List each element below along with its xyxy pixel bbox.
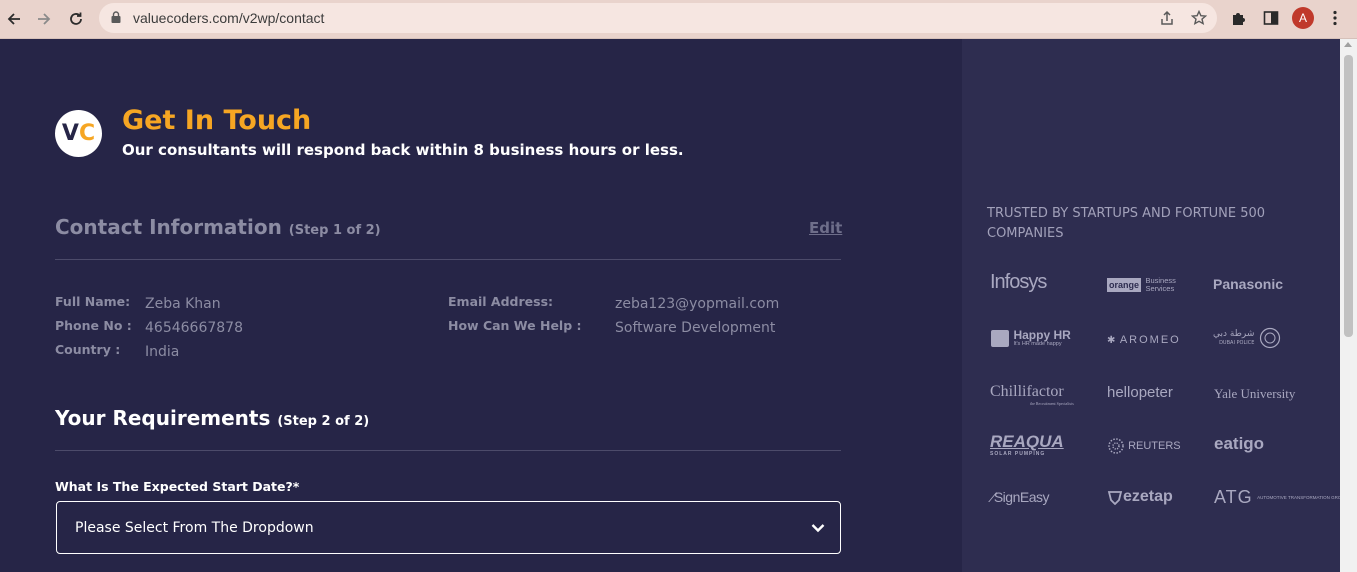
happy-hr-logo: Happy HR It's HR made happy [991, 329, 1071, 348]
full-name-value: Zeba Khan [145, 296, 221, 312]
ezetap-shield-icon [1107, 491, 1123, 506]
scroll-up-arrow-icon[interactable] [1344, 42, 1352, 47]
chillifactor-logo: Chillifactor the Recruitment Specialists [990, 383, 1074, 406]
help-label: How Can We Help : [448, 318, 582, 333]
eatigo-logo: eatigo [1214, 434, 1265, 453]
phone-label: Phone No : [55, 318, 132, 333]
scrollbar-thumb[interactable] [1344, 55, 1353, 337]
aromeo-dots-icon: ✱ [1107, 335, 1116, 346]
reuters-logo: REUTERS [1107, 437, 1181, 455]
dubai-police-emblem-icon [1259, 327, 1280, 349]
contact-step-label: (Step 1 of 2) [288, 223, 381, 238]
dubai-police-logo: شرطة دبي DUBAI POLICE [1213, 327, 1281, 349]
signeasy-logo: ∕SignEasy [992, 489, 1050, 505]
reaqua-logo: REAQUA SOLAR PUMPING [990, 432, 1064, 458]
kebab-menu-icon[interactable] [1323, 6, 1347, 30]
ezetap-logo: ezetap [1107, 488, 1173, 506]
infosys-logo: Infosys [990, 271, 1047, 293]
contact-info-heading: Contact Information (Step 1 of 2) [55, 215, 381, 239]
section-divider [55, 259, 841, 260]
hellopeter-logo: hellopeter [1107, 384, 1173, 401]
contact-form-panel: VC Get In Touch Our consultants will res… [0, 39, 962, 572]
url-text: valuecoders.com/v2wp/contact [133, 10, 325, 26]
page-subtitle: Our consultants will respond back within… [122, 141, 684, 159]
reload-icon[interactable] [62, 5, 90, 33]
valuecoders-logo: VC [55, 110, 102, 157]
requirements-step-label: (Step 2 of 2) [277, 414, 370, 429]
bookmark-star-icon[interactable] [1189, 8, 1209, 28]
share-icon[interactable] [1157, 8, 1177, 28]
full-name-label: Full Name: [55, 294, 131, 309]
orange-business-logo: orange Business Services [1107, 275, 1176, 293]
trusted-heading: TRUSTED BY STARTUPS AND FORTUNE 500 COMP… [987, 206, 1266, 241]
profile-avatar[interactable]: A [1292, 7, 1314, 29]
yale-university-logo: Yale University [1214, 386, 1296, 401]
help-value: Software Development [615, 320, 776, 336]
edit-contact-link[interactable]: Edit [809, 219, 842, 237]
address-bar[interactable]: valuecoders.com/v2wp/contact [99, 3, 1217, 33]
reuters-dots-icon [1108, 438, 1124, 454]
country-label: Country : [55, 342, 121, 357]
lock-icon [111, 11, 121, 23]
phone-value: 46546667878 [145, 320, 243, 336]
atg-logo: ATG AUTOMOTIVE TRANSFORMATION GROUP [1214, 487, 1348, 507]
trusted-by-sidebar: TRUSTED BY STARTUPS AND FORTUNE 500 COMP… [962, 39, 1348, 572]
extensions-puzzle-icon[interactable] [1227, 6, 1251, 30]
page-scrollbar[interactable] [1340, 39, 1357, 572]
email-label: Email Address: [448, 294, 554, 309]
aromeo-logo: ✱ AROMEO [1107, 334, 1181, 346]
email-value: zeba123@yopmail.com [615, 296, 780, 312]
start-date-dropdown[interactable]: Please Select From The Dropdown [56, 501, 841, 554]
requirements-heading: Your Requirements (Step 2 of 2) [55, 406, 370, 430]
back-arrow-icon[interactable] [0, 5, 28, 33]
page-title: Get In Touch [122, 105, 312, 136]
browser-toolbar: valuecoders.com/v2wp/contact A [0, 0, 1357, 39]
panasonic-logo: Panasonic [1213, 276, 1284, 292]
start-date-selected-value: Please Select From The Dropdown [75, 520, 314, 536]
chevron-down-icon [811, 524, 825, 533]
forward-arrow-icon[interactable] [30, 5, 58, 33]
start-date-label: What Is The Expected Start Date?* [55, 479, 300, 494]
country-value: India [145, 344, 180, 360]
side-panel-icon[interactable] [1259, 6, 1283, 30]
section-divider [55, 450, 841, 451]
